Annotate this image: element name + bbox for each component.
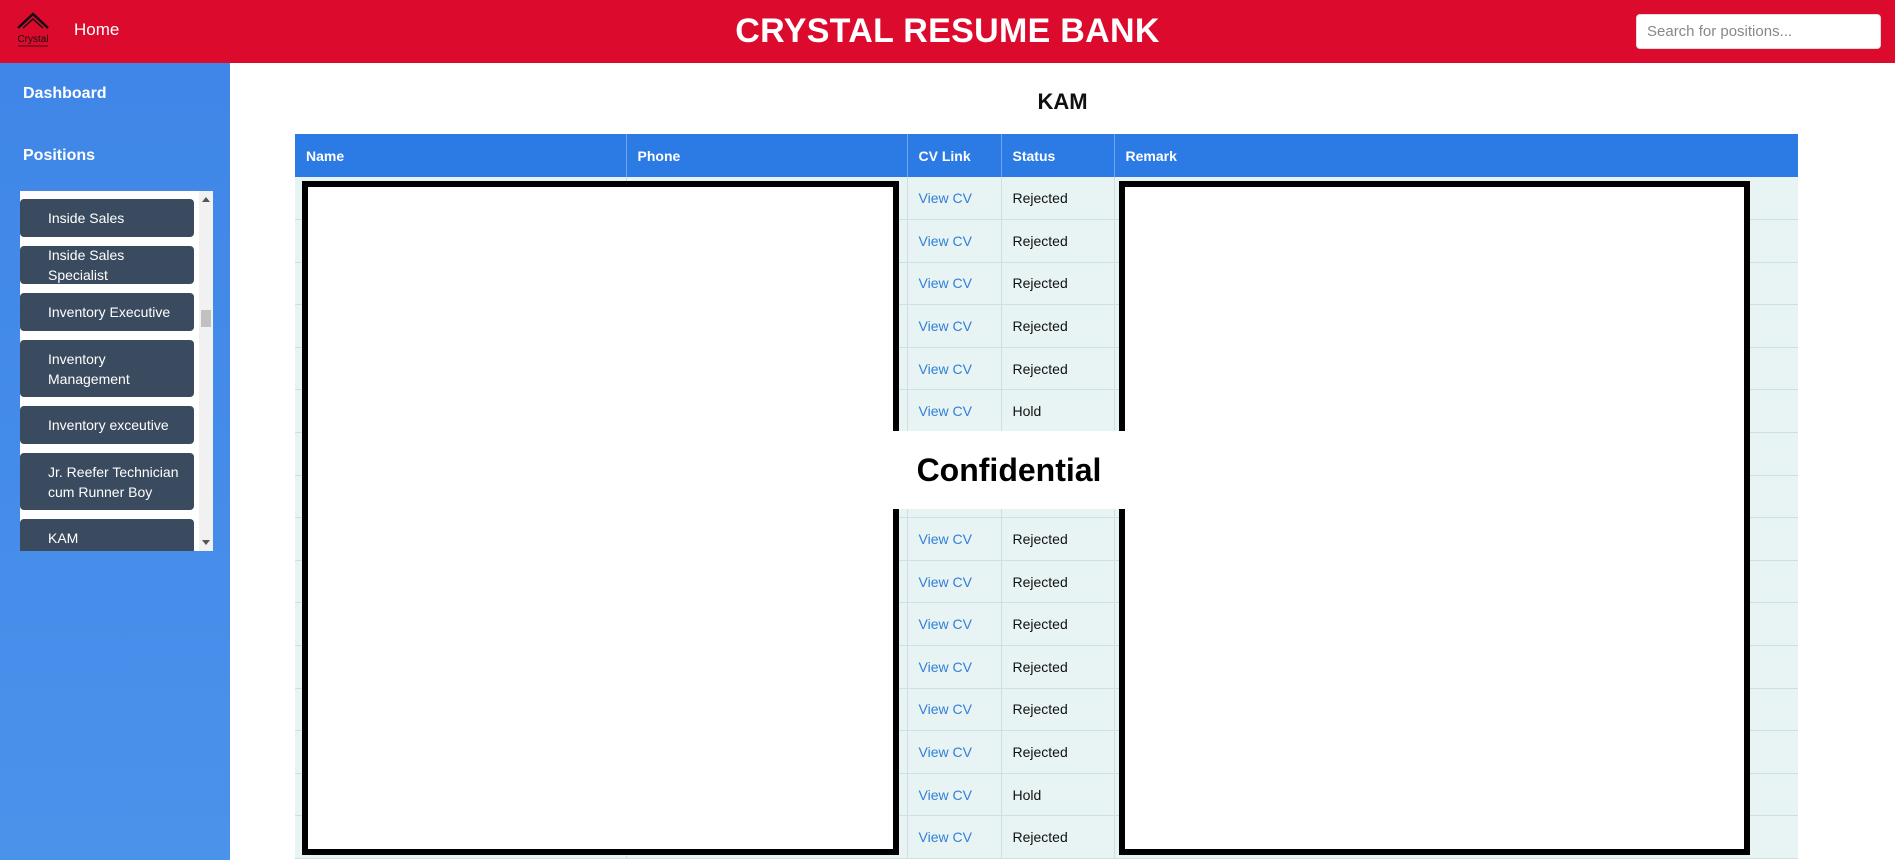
position-label: Inventory Executive <box>48 304 171 320</box>
positions-scrollbar[interactable] <box>199 191 213 551</box>
position-item-inside-sales-specialist[interactable]: Inside Sales Specialist <box>20 246 194 284</box>
cell-status: Rejected <box>1001 688 1115 732</box>
column-header-cv-link: CV Link <box>907 134 1002 177</box>
logo-text: Crystal <box>17 34 48 45</box>
scroll-up-arrow-icon[interactable] <box>202 197 210 202</box>
view-cv-link[interactable]: View CV <box>919 190 972 206</box>
redaction-box-remarks <box>1119 181 1750 855</box>
cell-cv-link: View CV <box>907 389 1002 434</box>
home-link[interactable]: Home <box>74 20 119 40</box>
cell-status: Rejected <box>1001 177 1115 221</box>
view-cv-link[interactable]: View CV <box>919 318 972 334</box>
sidebar-positions-link[interactable]: Positions <box>23 147 95 165</box>
cell-status: Rejected <box>1001 517 1115 561</box>
column-header-remark: Remark <box>1114 134 1798 177</box>
app-title: CRYSTAL RESUME BANK <box>735 12 1160 50</box>
cell-cv-link: View CV <box>907 177 1002 221</box>
position-item-kam[interactable]: KAM <box>20 519 194 551</box>
cell-status: Rejected <box>1001 560 1115 604</box>
cell-cv-link: View CV <box>907 773 1002 817</box>
positions-list[interactable]: Inside Sales Inside Sales Specialist Inv… <box>20 191 213 551</box>
cell-status: Rejected <box>1001 730 1115 774</box>
search-input[interactable] <box>1636 14 1881 49</box>
sidebar-dashboard-link[interactable]: Dashboard <box>23 85 107 103</box>
position-label: Inside Sales <box>48 210 125 226</box>
position-item-inventory-management[interactable]: Inventory Management <box>20 340 194 397</box>
column-header-status: Status <box>1001 134 1115 177</box>
page-title: KAM <box>1037 89 1088 114</box>
position-item-inventory-executive[interactable]: Inventory Executive <box>20 293 194 331</box>
position-label: KAM <box>48 530 79 546</box>
scroll-thumb[interactable] <box>201 310 211 327</box>
cell-cv-link: View CV <box>907 517 1002 561</box>
cell-cv-link: View CV <box>907 645 1002 689</box>
cell-cv-link: View CV <box>907 304 1002 348</box>
table-header-row: Name Phone CV Link Status Remark <box>295 134 1798 177</box>
view-cv-link[interactable]: View CV <box>919 531 972 547</box>
view-cv-link[interactable]: View CV <box>919 616 972 632</box>
cell-status: Hold <box>1001 773 1115 817</box>
position-label: Jr. Reefer Technician cum Runner Boy <box>48 463 179 500</box>
top-navbar: Crystal Home CRYSTAL RESUME BANK <box>0 0 1895 63</box>
column-header-name: Name <box>295 134 627 177</box>
position-item-inventory-exceutive[interactable]: Inventory exceutive <box>20 406 194 444</box>
cell-status: Rejected <box>1001 602 1115 647</box>
view-cv-link[interactable]: View CV <box>919 659 972 675</box>
view-cv-link[interactable]: View CV <box>919 574 972 590</box>
view-cv-link[interactable]: View CV <box>919 701 972 717</box>
cell-status: Rejected <box>1001 219 1115 263</box>
cell-cv-link: View CV <box>907 815 1002 859</box>
view-cv-link[interactable]: View CV <box>919 233 972 249</box>
cell-cv-link: View CV <box>907 602 1002 647</box>
view-cv-link[interactable]: View CV <box>919 787 972 803</box>
cell-status: Rejected <box>1001 645 1115 689</box>
view-cv-link[interactable]: View CV <box>919 744 972 760</box>
confidential-label: Confidential <box>893 431 1125 509</box>
cell-cv-link: View CV <box>907 560 1002 604</box>
position-label: Inventory Management <box>48 350 130 387</box>
position-item-jr-reefer-technician[interactable]: Jr. Reefer Technician cum Runner Boy <box>20 453 194 510</box>
cell-status: Rejected <box>1001 304 1115 348</box>
cell-cv-link: View CV <box>907 688 1002 732</box>
redaction-box-names-phones <box>302 181 899 855</box>
cell-status: Rejected <box>1001 815 1115 859</box>
view-cv-link[interactable]: View CV <box>919 361 972 377</box>
position-item-inside-sales[interactable]: Inside Sales <box>20 199 194 237</box>
position-label: Inside Sales Specialist <box>48 247 125 283</box>
cell-cv-link: View CV <box>907 262 1002 306</box>
cell-status: Rejected <box>1001 262 1115 306</box>
view-cv-link[interactable]: View CV <box>919 275 972 291</box>
view-cv-link[interactable]: View CV <box>919 829 972 845</box>
cell-status: Hold <box>1001 389 1115 434</box>
cell-cv-link: View CV <box>907 219 1002 263</box>
view-cv-link[interactable]: View CV <box>919 403 972 419</box>
cell-cv-link: View CV <box>907 730 1002 774</box>
position-label: Inventory exceutive <box>48 417 169 433</box>
column-header-phone: Phone <box>626 134 908 177</box>
cell-cv-link: View CV <box>907 347 1002 391</box>
cell-status: Rejected <box>1001 347 1115 391</box>
crystal-logo[interactable]: Crystal <box>12 10 54 50</box>
scroll-down-arrow-icon[interactable] <box>202 540 210 545</box>
sidebar: Dashboard Positions Inside Sales Inside … <box>0 63 230 860</box>
